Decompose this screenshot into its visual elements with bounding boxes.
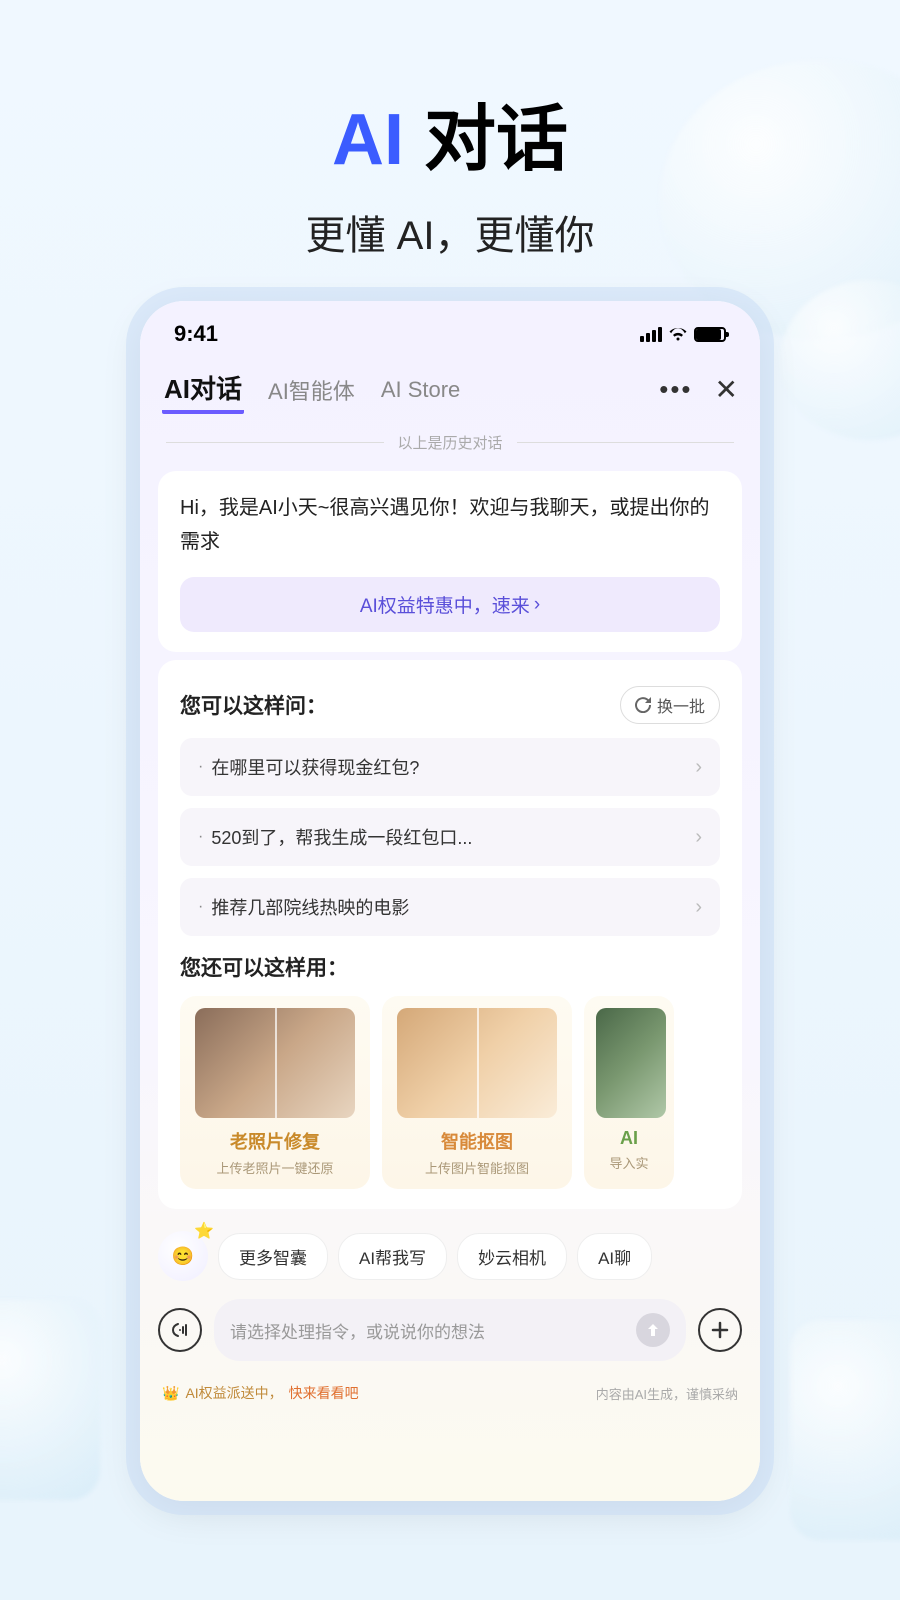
promo-text: AI权益特惠中，速来 [360,591,530,618]
chevron-right-icon: › [534,594,540,616]
cellular-icon [640,327,662,342]
footer-promo-link: 快来看看吧 [289,1383,359,1403]
input-row: 请选择处理指令，或说说你的想法 [140,1289,760,1375]
suggestion-text: 在哪里可以获得现金红包? [211,754,687,780]
greeting-text: Hi，我是AI小天~很高兴遇见你！欢迎与我聊天，或提出你的需求 [180,491,720,559]
refresh-icon [635,697,651,713]
suggestion-text: 520到了，帮我生成一段红包口... [211,824,687,850]
history-divider-text: 以上是历史对话 [398,432,503,453]
tab-ai-store[interactable]: AI Store [379,373,462,407]
footer-disclaimer: 内容由AI生成，谨慎采纳 [596,1384,738,1403]
more-icon[interactable]: ••• [659,374,692,405]
feature-title: 老照片修复 [192,1128,358,1154]
chevron-right-icon: › [695,756,702,779]
hero-title: AI 对话 [0,80,900,185]
crown-icon: 👑 [162,1385,179,1402]
refresh-button[interactable]: 换一批 [620,686,720,724]
footer-promo-text: AI权益派送中， [185,1383,282,1403]
chat-input[interactable]: 请选择处理指令，或说说你的想法 [214,1299,686,1361]
bullet-icon: · [198,758,203,776]
chip-write[interactable]: AI帮我写 [338,1233,447,1280]
feature-subtitle: 上传老照片一键还原 [192,1158,358,1177]
chip-row: 😊 更多智囊 AI帮我写 妙云相机 AI聊 [140,1217,760,1289]
feature-title: 智能抠图 [394,1128,560,1154]
bullet-icon: · [198,828,203,846]
arrow-up-icon [645,1322,661,1338]
history-divider: 以上是历史对话 [140,422,760,463]
wifi-icon [668,327,688,342]
suggestions-card: 您可以这样问： 换一批 · 在哪里可以获得现金红包? › · 520到了，帮我生… [158,660,742,1209]
feature-subtitle: 导入实 [596,1153,662,1172]
plus-icon [710,1320,730,1340]
hero-title-ai: AI [332,100,404,180]
greeting-card: Hi，我是AI小天~很高兴遇见你！欢迎与我聊天，或提出你的需求 AI权益特惠中，… [158,471,742,652]
feature-image [397,1008,557,1118]
mascot-icon[interactable]: 😊 [158,1231,208,1281]
hero-title-rest: 对话 [404,100,568,180]
footer-promo[interactable]: 👑 AI权益派送中， 快来看看吧 [162,1383,359,1403]
add-button[interactable] [698,1308,742,1352]
footer-bar: 👑 AI权益派送中， 快来看看吧 内容由AI生成，谨慎采纳 [140,1375,760,1403]
close-icon[interactable]: ✕ [715,373,738,406]
features-title: 您还可以这样用： [180,952,720,982]
battery-icon [694,327,726,342]
feature-image [195,1008,355,1118]
voice-wave-icon [170,1320,190,1340]
feature-card-cutout[interactable]: 智能抠图 上传图片智能抠图 [382,996,572,1189]
feature-subtitle: 上传图片智能抠图 [394,1158,560,1177]
tab-ai-agent[interactable]: AI智能体 [266,370,357,410]
suggestion-text: 推荐几部院线热映的电影 [211,894,687,920]
phone-mockup: 9:41 AI对话 AI智能体 AI Store ••• ✕ 以上是历史对话 H… [140,301,760,1501]
refresh-label: 换一批 [657,693,705,717]
send-button[interactable] [636,1313,670,1347]
tab-ai-chat[interactable]: AI对话 [162,365,244,414]
status-bar: 9:41 [140,301,760,355]
chip-chat[interactable]: AI聊 [577,1233,652,1280]
hero-subtitle: 更懂 AI，更懂你 [0,203,900,261]
chip-camera[interactable]: 妙云相机 [457,1233,567,1280]
status-time: 9:41 [174,321,218,347]
voice-button[interactable] [158,1308,202,1352]
chip-more[interactable]: 更多智囊 [218,1233,328,1280]
feature-image [596,1008,666,1118]
feature-card-ai[interactable]: AI 导入实 [584,996,674,1189]
bullet-icon: · [198,898,203,916]
feature-title: AI [596,1128,662,1149]
chevron-right-icon: › [695,826,702,849]
suggestion-item[interactable]: · 推荐几部院线热映的电影 › [180,878,720,936]
input-placeholder: 请选择处理指令，或说说你的想法 [230,1318,626,1343]
feature-card-photo-restore[interactable]: 老照片修复 上传老照片一键还原 [180,996,370,1189]
suggestions-title: 您可以这样问： [180,690,327,720]
chevron-right-icon: › [695,896,702,919]
suggestion-item[interactable]: · 520到了，帮我生成一段红包口... › [180,808,720,866]
top-tabs: AI对话 AI智能体 AI Store ••• ✕ [140,355,760,422]
suggestion-item[interactable]: · 在哪里可以获得现金红包? › [180,738,720,796]
promo-banner[interactable]: AI权益特惠中，速来 › [180,577,720,632]
